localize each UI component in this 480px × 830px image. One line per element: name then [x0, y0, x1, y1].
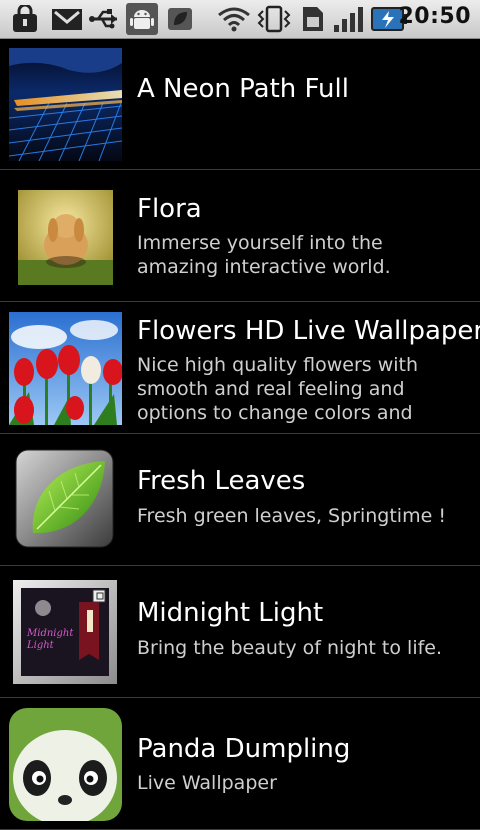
thumbnail-logo-text: Midnight Light: [27, 628, 74, 651]
neon-path-thumbnail: [9, 48, 122, 161]
clock: 20:50: [398, 4, 471, 29]
list-item[interactable]: Flora Immerse yourself into the amazing …: [0, 170, 480, 302]
leaf-icon: [168, 8, 192, 30]
list-item[interactable]: Midnight Light Midnight Light Bring the …: [0, 566, 480, 698]
item-title: Panda Dumpling: [137, 734, 351, 764]
lock-icon: [13, 5, 37, 32]
live-wallpaper-list: A Neon Path Full Flora Immerse yourself …: [0, 38, 480, 830]
fresh-leaves-thumbnail: [15, 449, 114, 548]
item-title: Fresh Leaves: [137, 466, 306, 496]
usb-icon: [89, 9, 117, 29]
status-bar: 20:50: [0, 0, 480, 39]
list-item[interactable]: Flowers HD Live Wallpaper Nice high qual…: [0, 302, 480, 434]
flora-thumbnail: [18, 190, 113, 285]
item-description: Fresh green leaves, Springtime !: [137, 505, 446, 527]
midnight-light-thumbnail: Midnight Light: [13, 580, 117, 684]
vibrate-icon: [257, 5, 291, 33]
item-description: Live Wallpaper: [137, 772, 277, 794]
gmail-icon: [52, 9, 82, 30]
android-debug-icon: [126, 3, 158, 35]
item-description: Nice high quality flowers with smooth an…: [137, 354, 419, 424]
signal-icon: [334, 7, 363, 32]
sim-icon: [303, 7, 323, 31]
wifi-icon: [218, 7, 250, 32]
item-description: Bring the beauty of night to life.: [137, 637, 443, 659]
list-item[interactable]: Fresh Leaves Fresh green leaves, Springt…: [0, 434, 480, 566]
item-title: A Neon Path Full: [137, 74, 349, 104]
item-description: Immerse yourself into the amazing intera…: [137, 232, 391, 278]
list-item[interactable]: A Neon Path Full: [0, 38, 480, 170]
flowers-hd-thumbnail: [9, 312, 122, 425]
item-title: Flora: [137, 194, 202, 224]
panda-dumpling-thumbnail: [9, 708, 122, 821]
item-title: Midnight Light: [137, 598, 324, 628]
list-item[interactable]: Panda Dumpling Live Wallpaper: [0, 698, 480, 830]
item-title: Flowers HD Live Wallpaper: [137, 316, 480, 346]
